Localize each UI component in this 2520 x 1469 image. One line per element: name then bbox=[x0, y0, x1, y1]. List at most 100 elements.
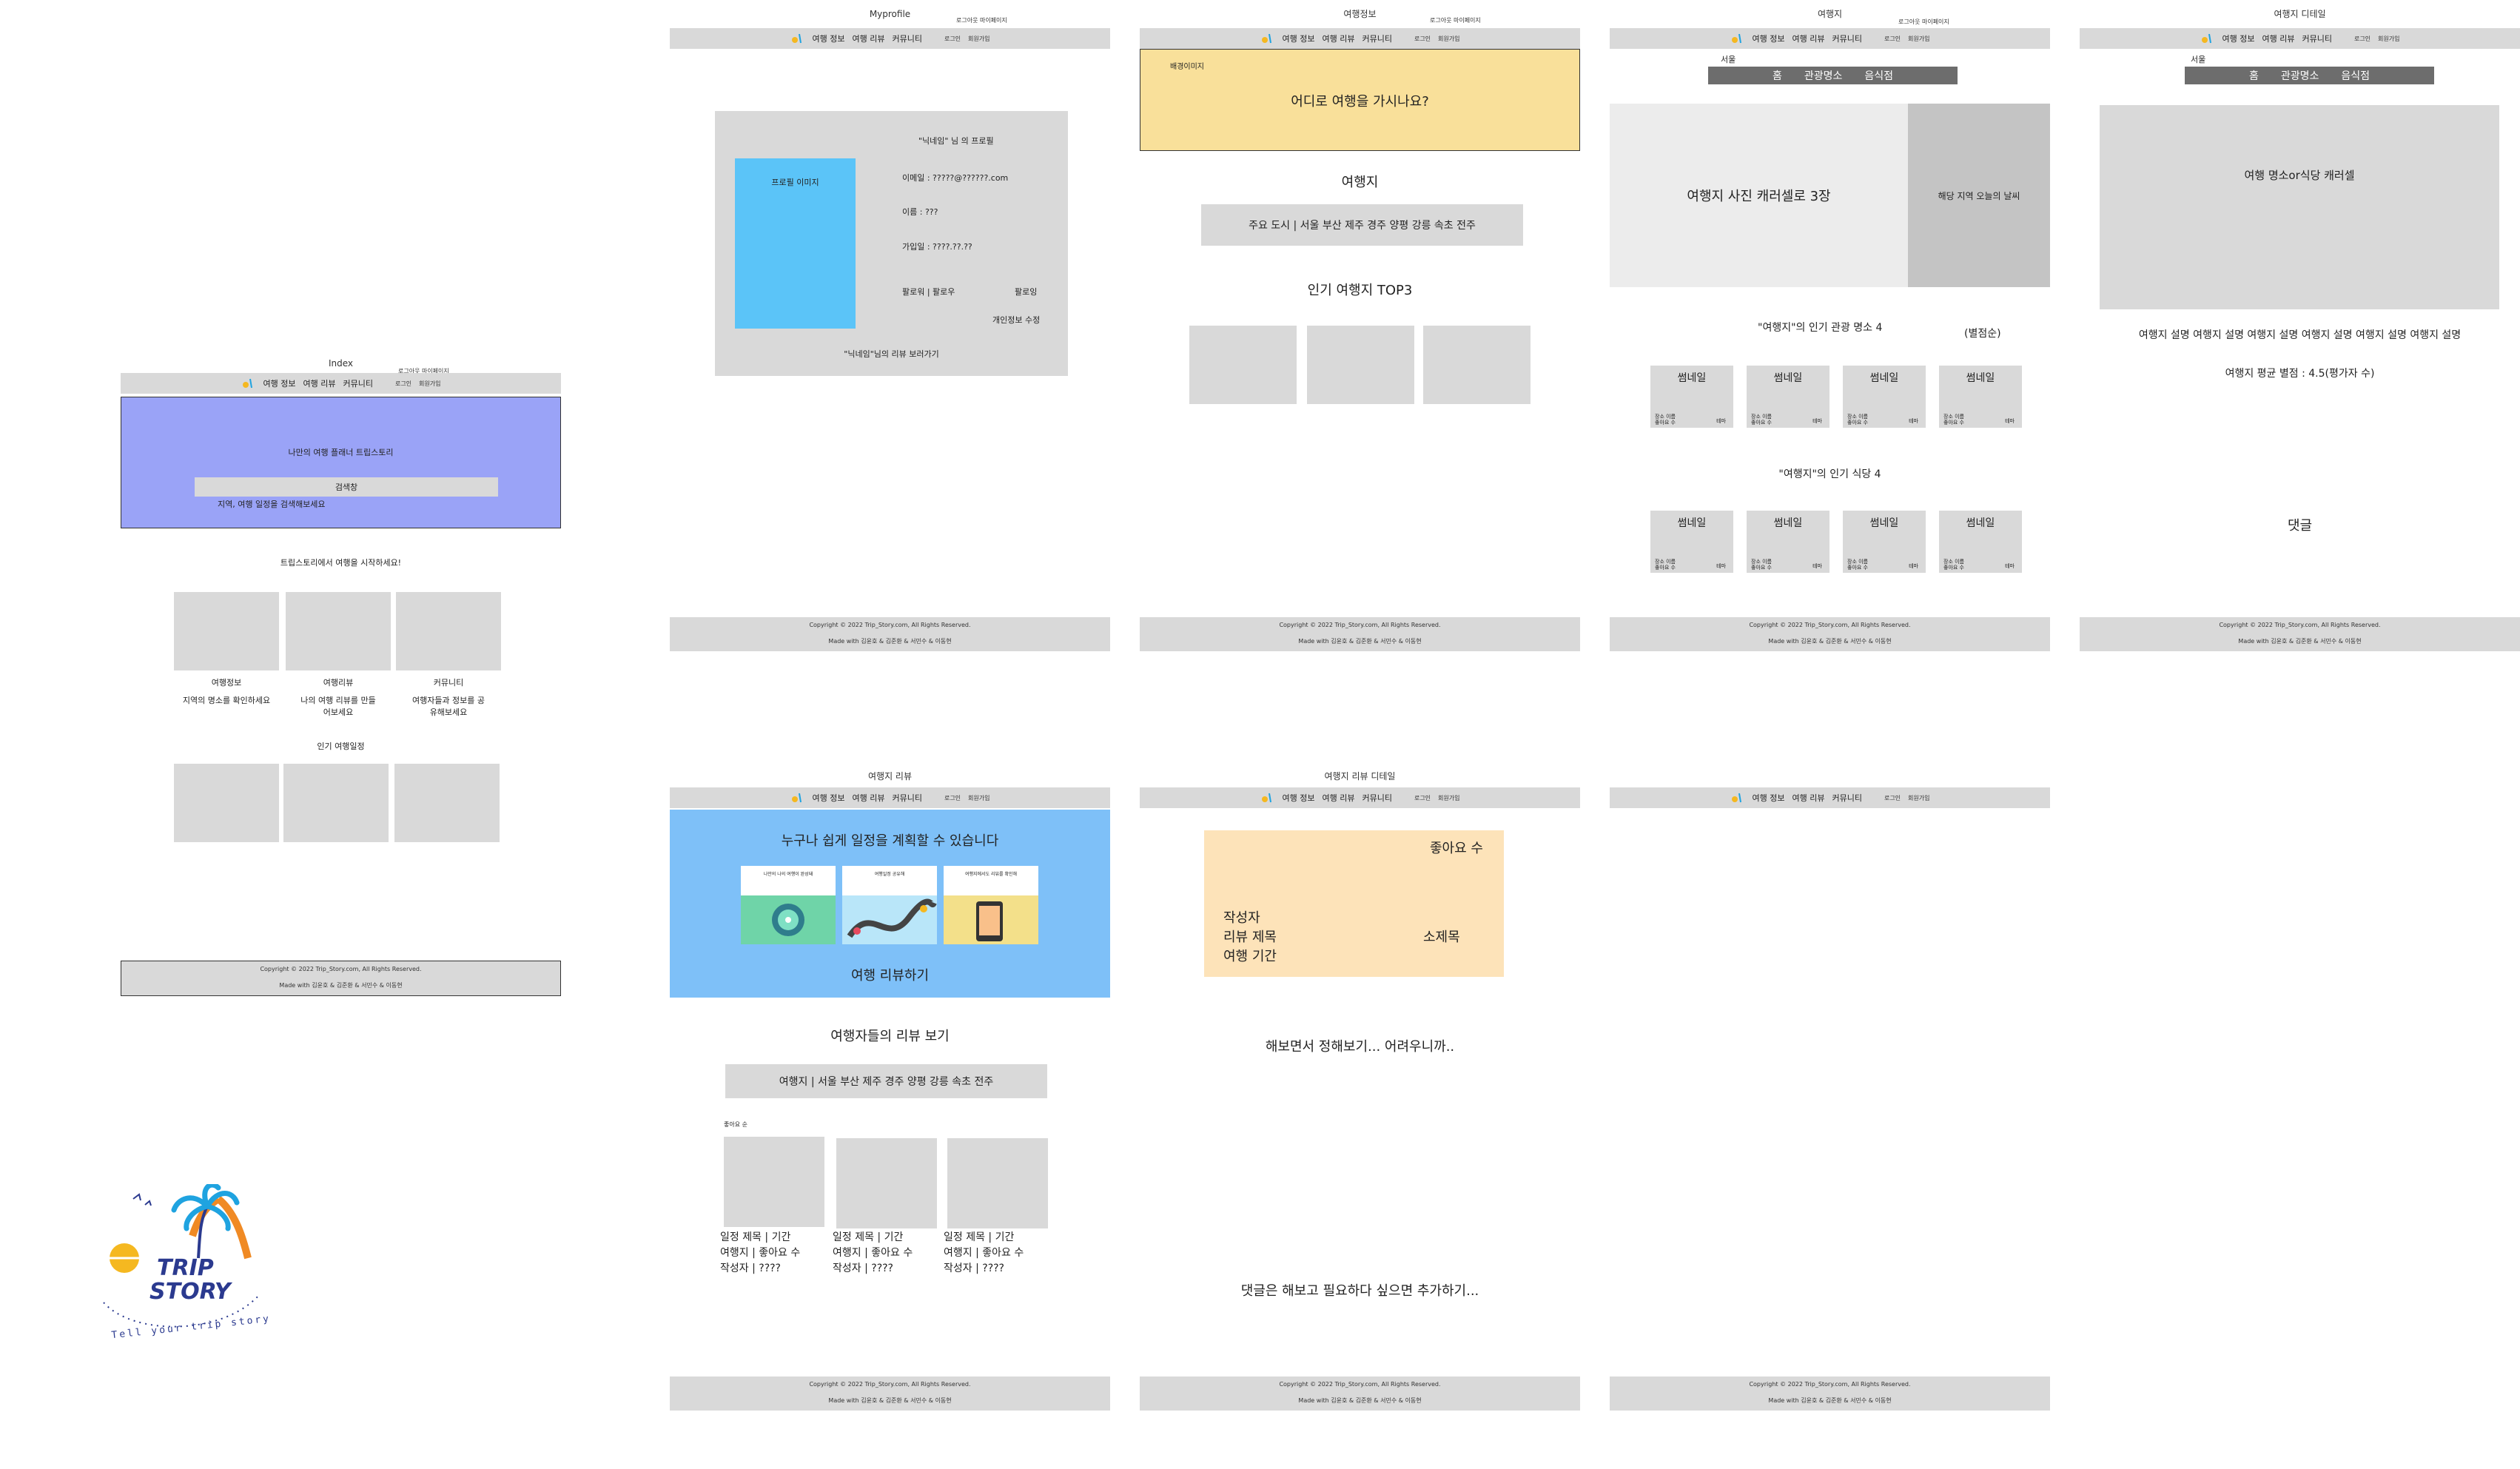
detail-carousel[interactable]: 여행 명소or식당 캐러셀 bbox=[2100, 105, 2499, 309]
nav-travel-review[interactable]: 여행 리뷰 bbox=[303, 377, 335, 389]
photo-carousel[interactable]: 여행지 사진 캐러셀로 3장 bbox=[1610, 104, 1908, 287]
nav-travel-review[interactable]: 여행 리뷰 bbox=[1322, 33, 1354, 44]
card-image[interactable] bbox=[286, 592, 391, 670]
restaurant-thumbnail[interactable]: 썸네일 장소 이름 좋아요 수 테마 bbox=[1650, 511, 1733, 573]
follow-button[interactable]: 팔로잉 bbox=[1015, 286, 1037, 298]
login-link[interactable]: 로그인 bbox=[944, 794, 961, 802]
logo-icon[interactable] bbox=[1260, 792, 1275, 804]
logo-icon[interactable] bbox=[241, 377, 256, 389]
nav-community[interactable]: 커뮤니티 bbox=[343, 377, 372, 389]
edit-profile-link[interactable]: 개인정보 수정 bbox=[992, 314, 1040, 326]
search-button[interactable]: 검색창 bbox=[195, 477, 498, 497]
restaurant-thumbnail[interactable]: 썸네일 장소 이름 좋아요 수 테마 bbox=[1843, 511, 1926, 573]
review-thumbnail[interactable] bbox=[836, 1138, 937, 1228]
attraction-thumbnail[interactable]: 썸네일 장소 이름 좋아요 수 테마 bbox=[1843, 366, 1926, 428]
review-item-info[interactable]: 일정 제목 | 기간 여행지 | 좋아요 수 작성자 | ???? bbox=[833, 1230, 913, 1277]
nav-travel-info[interactable]: 여행 정보 bbox=[2222, 33, 2255, 44]
nav-travel-info[interactable]: 여행 정보 bbox=[1283, 33, 1315, 44]
rating-sort-note[interactable]: (별점순) bbox=[1964, 326, 2001, 340]
nav-travel-review[interactable]: 여행 리뷰 bbox=[852, 792, 884, 804]
signup-link[interactable]: 회원가입 bbox=[968, 794, 989, 802]
restaurant-thumbnail[interactable]: 썸네일 장소 이름 좋아요 수 테마 bbox=[1747, 511, 1829, 573]
attraction-thumbnail[interactable]: 썸네일 장소 이름 좋아요 수 테마 bbox=[1939, 366, 2022, 428]
city-filter[interactable]: 주요 도시 | 서울 부산 제주 경주 양평 강릉 속초 전주 bbox=[1201, 204, 1523, 246]
card-image[interactable] bbox=[396, 592, 501, 670]
popular-item[interactable] bbox=[394, 764, 500, 842]
tab-restaurants[interactable]: 음식점 bbox=[2341, 68, 2370, 83]
popular-item[interactable] bbox=[174, 764, 279, 842]
sort-label[interactable]: 좋아요 순 bbox=[724, 1120, 747, 1129]
tab-attractions[interactable]: 관광명소 bbox=[2281, 68, 2319, 83]
nav-travel-review[interactable]: 여행 리뷰 bbox=[1322, 792, 1354, 804]
attraction-thumbnail[interactable]: 썸네일 장소 이름 좋아요 수 테마 bbox=[1747, 366, 1829, 428]
logo-icon[interactable] bbox=[790, 792, 805, 804]
nav-community[interactable]: 커뮤니티 bbox=[892, 792, 921, 804]
attraction-thumbnail[interactable]: 썸네일 장소 이름 좋아요 수 테마 bbox=[1650, 366, 1733, 428]
logo-icon[interactable] bbox=[1730, 33, 1745, 44]
review-thumbnail[interactable] bbox=[947, 1138, 1048, 1228]
like-count[interactable]: 좋아요 수 bbox=[1430, 838, 1483, 857]
signup-link[interactable]: 회원가입 bbox=[1908, 794, 1929, 802]
nav-travel-review[interactable]: 여행 리뷰 bbox=[1792, 33, 1824, 44]
top-links[interactable]: 로그아웃 마이페이지 bbox=[956, 16, 1007, 24]
top3-item[interactable] bbox=[1423, 326, 1531, 404]
signup-link[interactable]: 회원가입 bbox=[1438, 794, 1459, 802]
logo-icon[interactable] bbox=[2200, 33, 2215, 44]
login-link[interactable]: 로그인 bbox=[2354, 35, 2371, 43]
restaurant-thumbnail[interactable]: 썸네일 장소 이름 좋아요 수 테마 bbox=[1939, 511, 2022, 573]
review-thumbnail[interactable] bbox=[724, 1137, 824, 1227]
footer: Copyright © 2022 Trip_Story.com, All Rig… bbox=[121, 961, 561, 996]
nav-travel-info[interactable]: 여행 정보 bbox=[813, 33, 845, 44]
nav-travel-info[interactable]: 여행 정보 bbox=[1283, 792, 1315, 804]
thumbnail-label: 썸네일 bbox=[1773, 517, 1803, 529]
like-count: 좋아요 수 bbox=[1847, 565, 1868, 571]
nav-community[interactable]: 커뮤니티 bbox=[892, 33, 921, 44]
tab-home[interactable]: 홈 bbox=[1773, 68, 1782, 83]
nav-community[interactable]: 커뮤니티 bbox=[1832, 792, 1861, 804]
popular-item[interactable] bbox=[283, 764, 389, 842]
nav-community[interactable]: 커뮤니티 bbox=[1362, 792, 1391, 804]
nav-travel-review[interactable]: 여행 리뷰 bbox=[1792, 792, 1824, 804]
signup-link[interactable]: 회원가입 bbox=[1438, 35, 1459, 43]
review-title-period: 일정 제목 | 기간 bbox=[944, 1231, 1015, 1243]
login-link[interactable]: 로그인 bbox=[1884, 35, 1901, 43]
nav-community[interactable]: 커뮤니티 bbox=[1832, 33, 1861, 44]
community-frame: 여행 정보 여행 리뷰 커뮤니티 로그인 회원가입 Copyright © 20… bbox=[1610, 762, 2050, 1413]
logo-icon[interactable] bbox=[790, 33, 805, 44]
top3-item[interactable] bbox=[1307, 326, 1414, 404]
signup-link[interactable]: 회원가입 bbox=[2378, 35, 2399, 43]
login-link[interactable]: 로그인 bbox=[944, 35, 961, 43]
tab-home[interactable]: 홈 bbox=[2249, 68, 2259, 83]
follow-stats[interactable]: 팔로워 | 팔로우 bbox=[902, 286, 955, 298]
card-image[interactable] bbox=[174, 592, 279, 670]
review-frame: 여행지 리뷰 여행 정보 여행 리뷰 커뮤니티 로그인 회원가입 누구나 쉽게 … bbox=[670, 762, 1110, 1413]
write-review-button[interactable]: 여행 리뷰하기 bbox=[670, 965, 1110, 984]
nav-community[interactable]: 커뮤니티 bbox=[2302, 33, 2331, 44]
review-item-info[interactable]: 일정 제목 | 기간 여행지 | 좋아요 수 작성자 | ???? bbox=[720, 1230, 800, 1277]
signup-link[interactable]: 회원가입 bbox=[419, 380, 440, 388]
top3-item[interactable] bbox=[1189, 326, 1297, 404]
nav-travel-review[interactable]: 여행 리뷰 bbox=[852, 33, 884, 44]
login-link[interactable]: 로그인 bbox=[1414, 35, 1431, 43]
banner-card-caption: 나만의 나의 여행이 완성돼 bbox=[763, 872, 813, 877]
nav-travel-info[interactable]: 여행 정보 bbox=[1753, 792, 1785, 804]
login-link[interactable]: 로그인 bbox=[1414, 794, 1431, 802]
top-links[interactable]: 로그아웃 마이페이지 bbox=[1430, 16, 1481, 24]
nav-travel-info[interactable]: 여행 정보 bbox=[813, 792, 845, 804]
logo-icon[interactable] bbox=[1730, 792, 1745, 804]
signup-link[interactable]: 회원가입 bbox=[968, 35, 989, 43]
reviews-link[interactable]: "닉네임"님의 리뷰 보러가기 bbox=[715, 348, 1068, 360]
login-link[interactable]: 로그인 bbox=[395, 380, 411, 388]
tab-restaurants[interactable]: 음식점 bbox=[1864, 68, 1893, 83]
nav-travel-info[interactable]: 여행 정보 bbox=[1753, 33, 1785, 44]
signup-link[interactable]: 회원가입 bbox=[1908, 35, 1929, 43]
nav-community[interactable]: 커뮤니티 bbox=[1362, 33, 1391, 44]
top-links[interactable]: 로그아웃 마이페이지 bbox=[1898, 18, 1949, 26]
logo-icon[interactable] bbox=[1260, 33, 1275, 44]
review-item-info[interactable]: 일정 제목 | 기간 여행지 | 좋아요 수 작성자 | ???? bbox=[944, 1230, 1024, 1277]
tab-attractions[interactable]: 관광명소 bbox=[1804, 68, 1843, 83]
nav-travel-review[interactable]: 여행 리뷰 bbox=[2262, 33, 2294, 44]
review-city-filter[interactable]: 여행지 | 서울 부산 제주 경주 양평 강릉 속초 전주 bbox=[725, 1064, 1047, 1098]
login-link[interactable]: 로그인 bbox=[1884, 794, 1901, 802]
nav-travel-info[interactable]: 여행 정보 bbox=[263, 377, 296, 389]
